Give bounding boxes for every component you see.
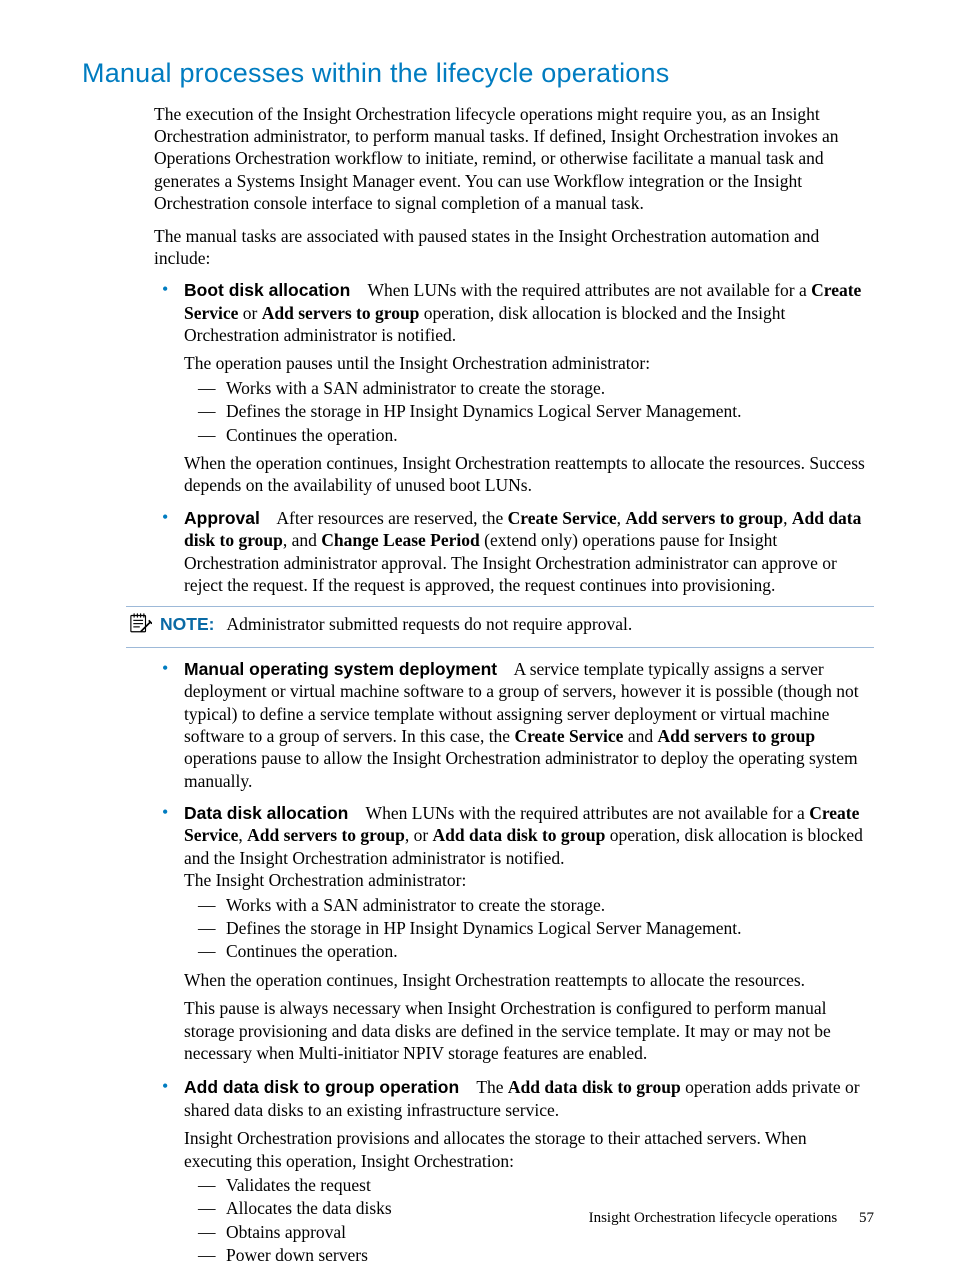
intro-paragraph-2: The manual tasks are associated with pau… bbox=[154, 225, 874, 270]
bullet-title: Add data disk to group operation bbox=[184, 1077, 459, 1097]
bold-term: Create Service bbox=[508, 508, 617, 528]
bullet-title: Manual operating system deployment bbox=[184, 659, 497, 679]
bullet-boot-disk-allocation: Boot disk allocation When LUNs with the … bbox=[154, 279, 874, 497]
body-text: The operation pauses until the Insight O… bbox=[184, 352, 874, 374]
dash-item: Continues the operation. bbox=[184, 940, 874, 962]
bullet-data-disk-allocation: Data disk allocation When LUNs with the … bbox=[154, 802, 874, 1064]
dash-item: Works with a SAN administrator to create… bbox=[184, 894, 874, 916]
dash-item: Defines the storage in HP Insight Dynami… bbox=[184, 400, 874, 422]
bullet-title: Boot disk allocation bbox=[184, 280, 350, 300]
dash-item: Power down servers bbox=[184, 1244, 874, 1266]
body-text: operations pause to allow the Insight Or… bbox=[184, 748, 858, 790]
note-label: NOTE: bbox=[160, 613, 214, 635]
bullet-title: Approval bbox=[184, 508, 260, 528]
bold-term: Add servers to group bbox=[262, 303, 420, 323]
body-text: When LUNs with the required attributes a… bbox=[366, 803, 810, 823]
body-text: and bbox=[623, 726, 657, 746]
body-text: , bbox=[783, 508, 792, 528]
dash-item: Continues the operation. bbox=[184, 424, 874, 446]
body-text: , or bbox=[405, 825, 433, 845]
dash-item: Defines the storage in HP Insight Dynami… bbox=[184, 917, 874, 939]
bold-term: Add data disk to group bbox=[508, 1077, 681, 1097]
body-text: , bbox=[238, 825, 247, 845]
bold-term: Add data disk to group bbox=[433, 825, 606, 845]
body-text: , and bbox=[283, 530, 321, 550]
page-number: 57 bbox=[859, 1210, 874, 1226]
section-heading: Manual processes within the lifecycle op… bbox=[82, 56, 874, 91]
body-text: Insight Orchestration provisions and all… bbox=[184, 1127, 874, 1172]
bold-term: Add servers to group bbox=[625, 508, 783, 528]
note-rule-bottom bbox=[126, 647, 874, 648]
intro-paragraph-1: The execution of the Insight Orchestrati… bbox=[154, 103, 874, 215]
note-icon bbox=[126, 609, 154, 640]
body-text: or bbox=[238, 303, 261, 323]
body-text: The bbox=[476, 1077, 508, 1097]
body-text: This pause is always necessary when Insi… bbox=[184, 997, 874, 1064]
note-text: Administrator submitted requests do not … bbox=[226, 613, 632, 635]
body-text: When the operation continues, Insight Or… bbox=[184, 969, 874, 991]
dash-item: Works with a SAN administrator to create… bbox=[184, 377, 874, 399]
bold-term: Add servers to group bbox=[657, 726, 815, 746]
bold-term: Change Lease Period bbox=[321, 530, 479, 550]
body-text: When the operation continues, Insight Or… bbox=[184, 452, 874, 497]
bold-term: Create Service bbox=[514, 726, 623, 746]
bullet-add-data-disk-operation: Add data disk to group operation The Add… bbox=[154, 1076, 874, 1266]
dash-item: Validates the request bbox=[184, 1174, 874, 1196]
page-footer: Insight Orchestration lifecycle operatio… bbox=[589, 1209, 874, 1228]
bullet-approval: Approval After resources are reserved, t… bbox=[154, 507, 874, 597]
footer-text: Insight Orchestration lifecycle operatio… bbox=[589, 1210, 838, 1226]
body-text: The Insight Orchestration administrator: bbox=[184, 869, 874, 891]
bullet-title: Data disk allocation bbox=[184, 803, 348, 823]
body-text: When LUNs with the required attributes a… bbox=[367, 280, 811, 300]
bullet-manual-os-deployment: Manual operating system deployment A ser… bbox=[154, 658, 874, 792]
body-text: After resources are reserved, the bbox=[276, 508, 507, 528]
bold-term: Add servers to group bbox=[247, 825, 405, 845]
